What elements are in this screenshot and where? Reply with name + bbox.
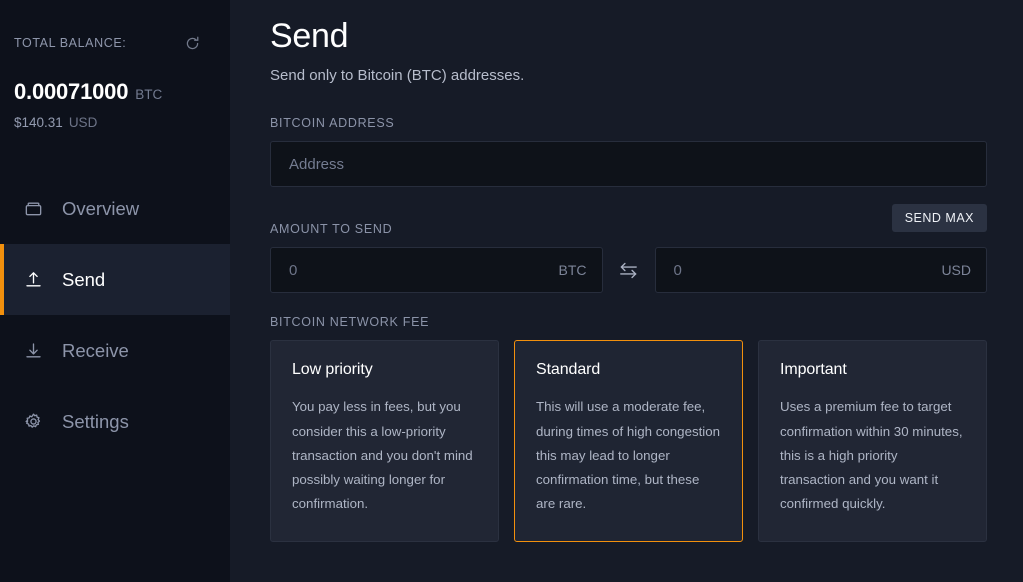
fee-option-important[interactable]: Important Uses a premium fee to target c… [758,340,987,543]
send-page: Send Send only to Bitcoin (BTC) addresse… [230,0,1023,582]
wallet-icon [22,198,44,220]
bitcoin-address-label: BITCOIN ADDRESS [270,116,395,131]
crypto-amount-field: BTC [270,247,603,294]
refresh-icon[interactable] [182,33,202,53]
active-indicator-bar [0,386,4,457]
sidebar-item-settings[interactable]: Settings [0,386,230,457]
balance-fiat-value: $140.31 [14,115,63,130]
balance-crypto: 0.00071000 BTC [14,79,216,105]
sidebar-item-overview[interactable]: Overview [0,173,230,244]
balance-amount-unit: BTC [135,87,163,102]
sidebar-item-label: Send [62,268,106,290]
sidebar-nav: Overview Send Receive Settings [0,173,230,457]
send-max-button[interactable]: SEND MAX [891,204,987,233]
amount-header-row: AMOUNT TO SEND SEND MAX [270,204,987,237]
total-balance-block: TOTAL BALANCE: 0.00071000 BTC $140.31 US… [0,0,230,130]
total-balance-label: TOTAL BALANCE: [14,36,127,50]
sidebar-item-send[interactable]: Send [0,244,230,315]
wallet-app-window: TOTAL BALANCE: 0.00071000 BTC $140.31 US… [0,0,1023,582]
download-arrow-icon [22,340,44,362]
crypto-amount-input[interactable] [270,247,603,294]
fee-option-title: Standard [536,361,601,379]
fee-option-description: Uses a premium fee to target confirmatio… [780,399,963,512]
balance-fiat: $140.31 USD [14,115,216,130]
sidebar: TOTAL BALANCE: 0.00071000 BTC $140.31 US… [0,0,230,582]
bitcoin-address-input[interactable] [270,141,987,188]
active-indicator-bar [0,315,4,386]
amount-to-send-section: AMOUNT TO SEND SEND MAX BTC [270,204,987,294]
fee-option-title: Low priority [292,361,373,379]
bitcoin-network-fee-label: BITCOIN NETWORK FEE [270,315,430,330]
sidebar-item-label: Settings [62,410,129,432]
amount-inputs-row: BTC USD [270,247,987,294]
bitcoin-network-fee-section: BITCOIN NETWORK FEE Low priority You pay… [270,315,987,543]
sidebar-item-label: Overview [62,197,140,219]
page-subtitle: Send only to Bitcoin (BTC) addresses. [270,67,525,85]
fiat-amount-input[interactable] [654,247,987,294]
active-indicator-bar [0,244,4,315]
fee-option-low-priority[interactable]: Low priority You pay less in fees, but y… [270,340,499,543]
bitcoin-address-section: BITCOIN ADDRESS [270,116,987,188]
fee-option-standard[interactable]: Standard This will use a moderate fee, d… [514,340,743,543]
fee-option-title: Important [780,361,847,379]
upload-arrow-icon [22,269,44,291]
fiat-amount-field: USD [654,247,987,294]
balance-amount-value: 0.00071000 [14,79,129,104]
sidebar-item-receive[interactable]: Receive [0,315,230,386]
gear-icon [22,411,44,433]
fee-option-description: You pay less in fees, but you consider t… [292,399,473,512]
balance-fiat-unit: USD [68,115,98,130]
active-indicator-bar [0,173,4,244]
amount-to-send-label: AMOUNT TO SEND [270,222,393,237]
page-title: Send [270,17,349,55]
fee-options-list: Low priority You pay less in fees, but y… [270,340,987,543]
sidebar-item-label: Receive [62,339,129,361]
fee-option-description: This will use a moderate fee, during tim… [536,399,721,512]
balance-header: TOTAL BALANCE: [14,33,216,53]
swap-arrows-icon[interactable] [603,247,655,293]
